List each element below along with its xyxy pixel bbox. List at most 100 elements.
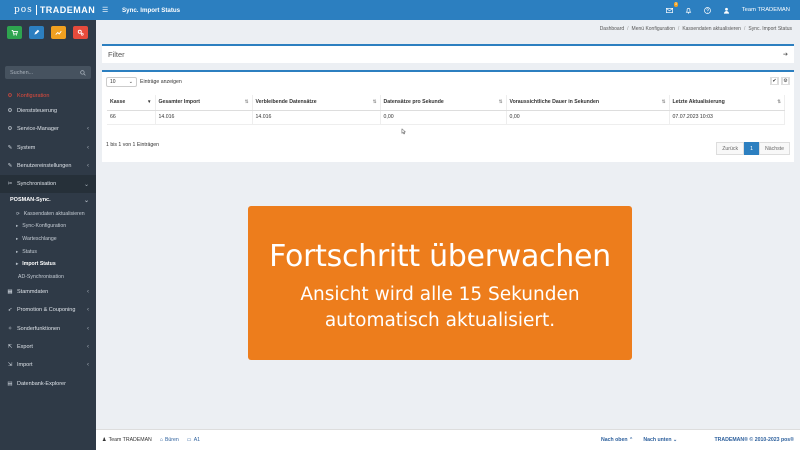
chart-button[interactable] [51, 26, 66, 39]
database-icon: ▤ [7, 380, 13, 387]
sidebar-item-stammdaten[interactable]: ▦ Stammdaten ‹ [0, 283, 96, 301]
sidebar-item-datenbank-explorer[interactable]: ▤ Datenbank-Explorer [0, 375, 96, 393]
pagination: Zurück 1 Nächste [716, 142, 790, 155]
sidebar-search[interactable]: Suchen... [5, 66, 91, 79]
sidebar-item-promotion[interactable]: ➶ Promotion & Couponing ‹ [0, 301, 96, 319]
column-header-letzte-aktualisierung[interactable]: Letzte Aktualisierung ⇅ [669, 95, 785, 111]
pencil-icon [34, 29, 40, 35]
chevron-down-icon: ⌄ [128, 79, 133, 85]
check-button[interactable]: ✔ [770, 77, 779, 85]
scroll-top-link[interactable]: Nach oben ⌃ [601, 437, 633, 443]
sidebar-subitem-warteschlange[interactable]: ▸ Warteschlange [0, 233, 96, 246]
table-row[interactable]: 66 14.016 14.016 0,00 0,00 07.07.2023 10… [107, 110, 785, 125]
column-header-gesamter-import[interactable]: Gesamter Import ⇅ [155, 95, 253, 111]
sidebar-item-import[interactable]: ⇲ Import ‹ [0, 356, 96, 374]
sidebar-item-benutzereinstellungen[interactable]: ✎ Benutzereinstellungen ‹ [0, 157, 96, 175]
chevron-down-icon: ⌄ [83, 181, 89, 188]
breadcrumb-item[interactable]: Dashboard [600, 26, 624, 32]
cogs-icon [77, 29, 84, 36]
column-header-pro-sekunde[interactable]: Datensätze pro Sekunde ⇅ [380, 95, 507, 111]
brand-pos: pos [14, 5, 33, 15]
arrow-right-icon[interactable]: ➔ [783, 51, 788, 58]
sidebar: pos TRADEMAN Suchen... ⚙ Konfiguration ⚙… [0, 0, 96, 450]
notification-badge: 3 [673, 2, 678, 7]
sidebar-item-label: Service-Manager [17, 126, 59, 133]
sidebar-subitem-ad-sync[interactable]: AD-Synchronisation [0, 270, 96, 283]
sidebar-item-service-manager[interactable]: ⚙ Service-Manager ‹ [0, 120, 96, 138]
footer-scroll-links: Nach oben ⌃ Nach unten ⌄ [601, 437, 677, 443]
sort-icon: ⇅ [372, 99, 377, 105]
cart-button[interactable] [7, 26, 22, 39]
breadcrumb-item[interactable]: Menü Konfiguration [632, 26, 675, 32]
sidebar-subitem-label: Warteschlange [22, 235, 57, 242]
sidebar-item-system[interactable]: ✎ System ‹ [0, 139, 96, 157]
user-menu-button[interactable] [723, 6, 731, 14]
footer-location[interactable]: ⌂ Büren [160, 437, 179, 443]
table-cell: 07.07.2023 10:03 [669, 110, 785, 125]
caret-right-icon: ▸ [16, 223, 19, 229]
caret-right-icon: ▸ [16, 248, 19, 254]
sidebar-subitem-kassendaten[interactable]: ⟳ Kassendaten aktualisieren [0, 207, 96, 220]
table-cell: 14.016 [155, 110, 253, 125]
sidebar-subitem-import-status[interactable]: ▸ Import Status [0, 258, 96, 271]
sidebar-section-konfiguration[interactable]: ⚙ Konfiguration [0, 89, 96, 102]
messages-button[interactable]: 3 [666, 2, 678, 14]
notifications-button[interactable] [685, 6, 693, 14]
pagination-previous[interactable]: Zurück [716, 142, 745, 155]
envelope-icon [666, 7, 674, 13]
sidebar-menu: ⚙ Konfiguration ⚙ Dienststeuerung ⚙ Serv… [0, 89, 96, 393]
footer-device[interactable]: ▭ A1 [187, 437, 200, 443]
sidebar-subitem-sync-konfiguration[interactable]: ▸ Sync-Konfiguration [0, 220, 96, 233]
sidebar-item-label: Stammdaten [17, 289, 49, 296]
menu-toggle-icon[interactable]: ☰ [102, 6, 114, 14]
sidebar-item-synchronisation[interactable]: ✂ Synchronisation ⌄ [0, 175, 96, 194]
mouse-cursor-icon [401, 128, 406, 135]
column-header-kasse[interactable]: Kasse ▼ [107, 95, 156, 111]
page-title: Sync. Import Status [122, 6, 181, 14]
brand-logo[interactable]: pos TRADEMAN [0, 0, 96, 20]
filter-panel[interactable]: Filter ➔ [102, 44, 794, 63]
overlay-line-1: Ansicht wird alle 15 Sekunden [300, 284, 580, 305]
settings-button[interactable] [73, 26, 88, 39]
user-name[interactable]: Team TRADEMAN [742, 7, 790, 13]
sidebar-subitem-label: Import Status [22, 261, 56, 268]
sidebar-subitem-status[interactable]: ▸ Status [0, 245, 96, 258]
sidebar-item-posman-sync[interactable]: POSMAN-Sync. ⌄ [0, 193, 96, 207]
sidebar-item-label: Benutzereinstellungen [17, 163, 72, 170]
sort-icon: ⇅ [244, 99, 249, 105]
footer-user: ♟ Team TRADEMAN [102, 437, 152, 443]
chevron-left-icon: ‹ [87, 289, 89, 296]
column-header-label: Letzte Aktualisierung [672, 99, 725, 106]
tools-icon: ✂ [7, 181, 13, 188]
sidebar-item-label: Synchronisation [17, 181, 57, 188]
filter-title: Filter [108, 50, 125, 59]
sidebar-item-dienststeuerung[interactable]: ⚙ Dienststeuerung [0, 102, 96, 120]
entries-length-label: Einträge anzeigen [140, 79, 182, 85]
entries-length: 10 ⌄ Einträge anzeigen [106, 77, 182, 87]
entries-length-select[interactable]: 10 ⌄ [106, 77, 137, 87]
search-icon[interactable] [80, 69, 86, 76]
chevron-left-icon: ‹ [87, 344, 89, 351]
overlay-headline: Fortschritt überwachen [269, 239, 611, 274]
sort-icon: ⇅ [777, 99, 781, 105]
gear-icon: ⚙ [7, 108, 13, 115]
edit-button[interactable] [29, 26, 44, 39]
sidebar-item-sonderfunktionen[interactable]: ✧ Sonderfunktionen ‹ [0, 320, 96, 338]
cogs-icon: ⚙ [782, 77, 789, 85]
desktop-icon: ▭ [186, 437, 192, 443]
scroll-bottom-link[interactable]: Nach unten ⌄ [643, 437, 677, 443]
table-icon: ▦ [7, 289, 13, 296]
breadcrumb-item[interactable]: Kassendaten aktualisieren [682, 26, 741, 32]
table-header-row: Kasse ▼ Gesamter Import ⇅ Verbleibende Dat… [107, 95, 785, 111]
sidebar-item-export[interactable]: ⇱ Export ‹ [0, 338, 96, 356]
pagination-next[interactable]: Nächste [758, 142, 790, 155]
column-header-verbleibende[interactable]: Verbleibende Datensätze ⇅ [252, 95, 381, 111]
pagination-current-page[interactable]: 1 [744, 142, 759, 155]
help-button[interactable] [704, 6, 712, 14]
search-input[interactable]: Suchen... [10, 70, 33, 76]
table-cell: 66 [107, 110, 156, 125]
columns-button[interactable]: ⚙ [781, 77, 790, 85]
column-header-label: Kasse [110, 99, 126, 106]
sidebar-item-label: Import [17, 362, 33, 369]
column-header-dauer[interactable]: Voraussichtliche Dauer in Sekunden ⇅ [506, 95, 670, 111]
